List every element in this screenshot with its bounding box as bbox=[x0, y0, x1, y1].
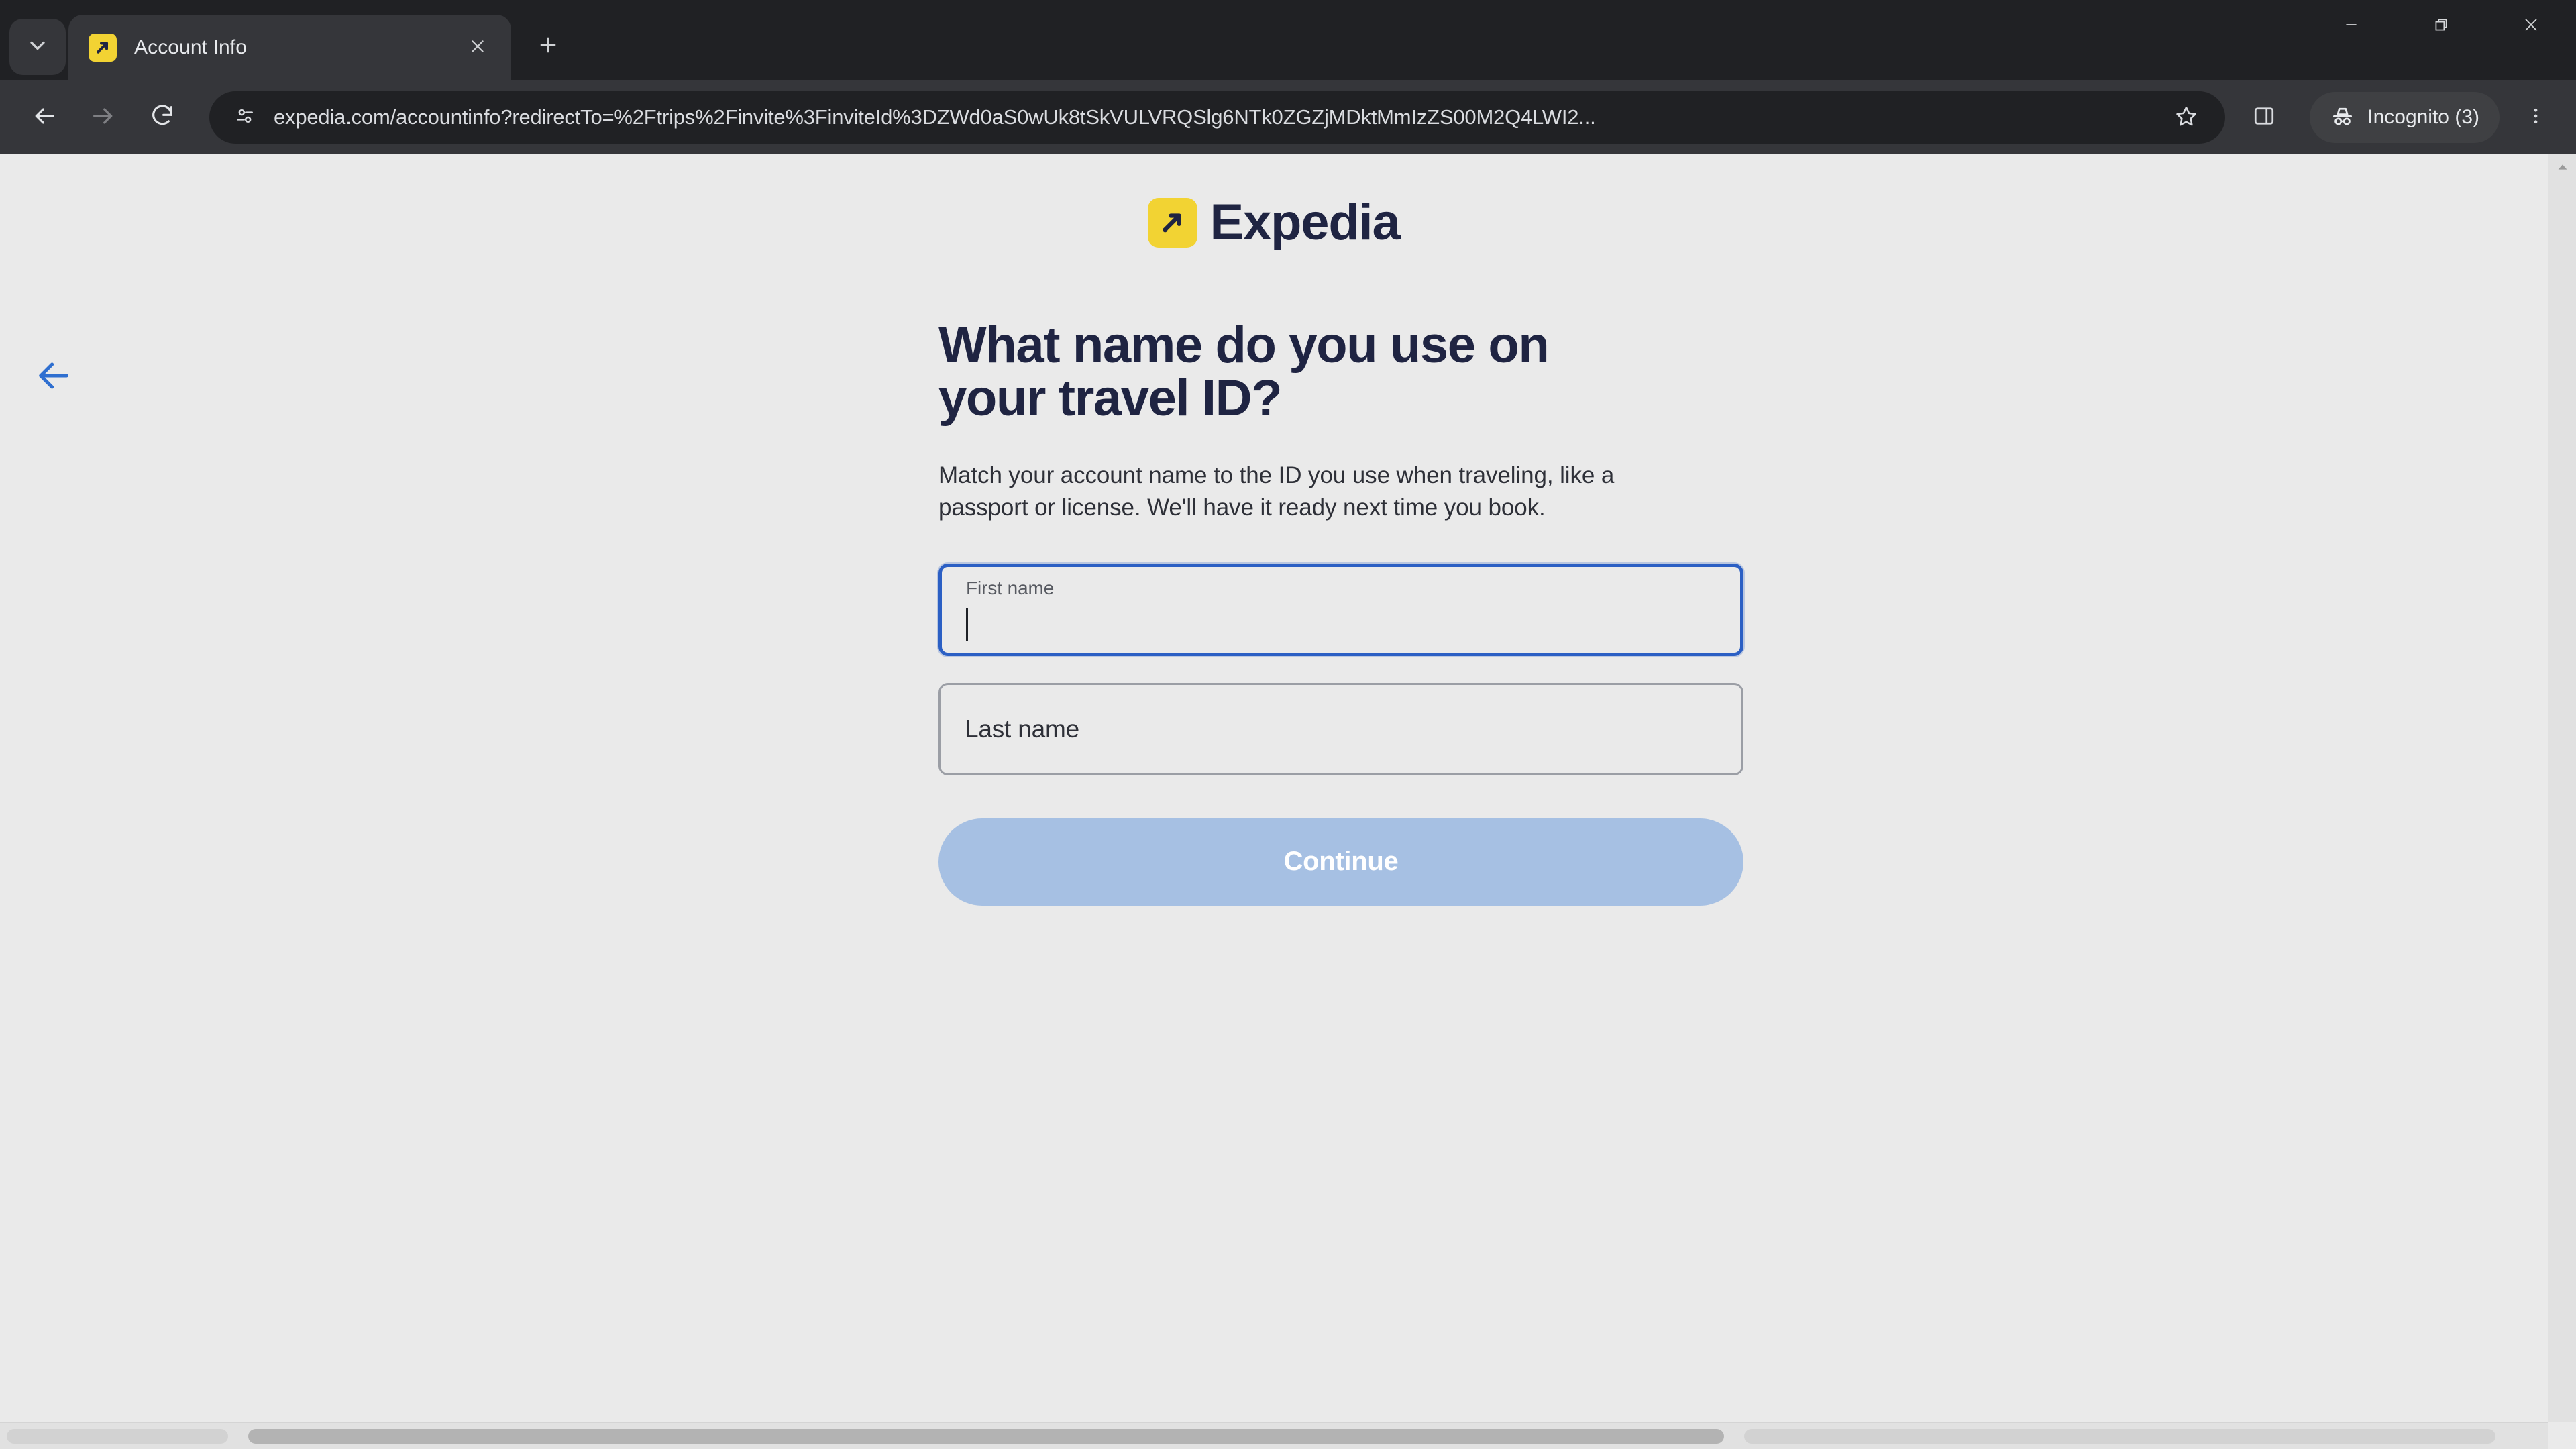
forward-button[interactable] bbox=[74, 88, 133, 147]
tune-sliders-icon bbox=[234, 105, 256, 130]
horizontal-scroll-segment-right[interactable] bbox=[1744, 1429, 2496, 1444]
address-bar-url: expedia.com/accountinfo?redirectTo=%2Ftr… bbox=[274, 105, 1596, 129]
tab-close-button[interactable] bbox=[462, 32, 494, 64]
arrow-right-icon bbox=[90, 103, 117, 133]
horizontal-scrollbar[interactable] bbox=[0, 1422, 2548, 1449]
new-tab-button[interactable] bbox=[526, 24, 570, 68]
last-name-field[interactable]: Last name bbox=[938, 682, 1743, 775]
expedia-wordmark: Expedia bbox=[1210, 194, 1400, 251]
minimize-icon bbox=[2343, 16, 2360, 37]
bookmark-button[interactable] bbox=[2165, 96, 2208, 139]
first-name-field[interactable]: First name bbox=[938, 563, 1743, 656]
reload-button[interactable] bbox=[133, 88, 192, 147]
incognito-label: Incognito (3) bbox=[2367, 106, 2479, 128]
plus-icon bbox=[537, 34, 559, 60]
browser-menu-button[interactable] bbox=[2510, 92, 2561, 143]
side-panel-button[interactable] bbox=[2237, 91, 2291, 144]
tab-search-button[interactable] bbox=[9, 19, 66, 75]
arrow-left-icon bbox=[31, 103, 58, 133]
star-icon bbox=[2175, 105, 2198, 131]
window-minimize-button[interactable] bbox=[2306, 0, 2396, 52]
horizontal-scroll-track[interactable] bbox=[7, 1429, 2541, 1444]
three-dots-menu-icon bbox=[2526, 106, 2546, 129]
arrow-left-icon bbox=[34, 356, 73, 398]
incognito-icon bbox=[2330, 103, 2367, 132]
vertical-scrollbar[interactable] bbox=[2548, 154, 2576, 1422]
browser-tab[interactable]: Account Info bbox=[68, 15, 511, 80]
expedia-account-info-page: Expedia What name do you use on your tra… bbox=[0, 154, 2548, 1422]
text-cursor bbox=[966, 608, 968, 641]
horizontal-scroll-segment-left[interactable] bbox=[7, 1429, 228, 1444]
restore-icon bbox=[2432, 16, 2450, 37]
tab-title: Account Info bbox=[134, 36, 247, 58]
close-icon bbox=[2522, 16, 2540, 37]
continue-button[interactable]: Continue bbox=[938, 818, 1743, 906]
chevron-down-icon bbox=[25, 34, 50, 61]
expedia-arrow-logo bbox=[1148, 197, 1198, 248]
expedia-brand-header: Expedia bbox=[0, 154, 2548, 252]
incognito-indicator[interactable]: Incognito (3) bbox=[2310, 92, 2500, 143]
caret-up-icon bbox=[2555, 160, 2570, 178]
reload-icon bbox=[149, 103, 176, 133]
window-close-button[interactable] bbox=[2486, 0, 2576, 52]
window-controls bbox=[2306, 0, 2576, 80]
horizontal-scroll-thumb[interactable] bbox=[248, 1429, 1724, 1444]
scroll-up-button[interactable] bbox=[2548, 154, 2576, 182]
page-back-button[interactable] bbox=[19, 342, 89, 412]
account-info-form: What name do you use on your travel ID? … bbox=[871, 252, 1743, 906]
last-name-placeholder: Last name bbox=[965, 714, 1079, 743]
page-viewport: Expedia What name do you use on your tra… bbox=[0, 154, 2576, 1449]
expedia-arrow-favicon bbox=[89, 34, 117, 62]
site-info-button[interactable] bbox=[225, 98, 264, 137]
window-restore-button[interactable] bbox=[2396, 0, 2486, 52]
page-title: What name do you use on your travel ID? bbox=[938, 317, 1550, 427]
side-panel-icon bbox=[2252, 104, 2276, 131]
address-bar[interactable]: expedia.com/accountinfo?redirectTo=%2Ftr… bbox=[209, 91, 2226, 144]
browser-window: Account Info expedia.com/accountinfo?red… bbox=[0, 0, 2576, 1449]
first-name-label: First name bbox=[966, 577, 1055, 598]
tab-strip: Account Info bbox=[0, 0, 2576, 80]
browser-toolbar: expedia.com/accountinfo?redirectTo=%2Ftr… bbox=[0, 80, 2576, 154]
close-icon bbox=[469, 38, 486, 58]
back-button[interactable] bbox=[15, 88, 74, 147]
page-description: Match your account name to the ID you us… bbox=[938, 462, 1615, 521]
